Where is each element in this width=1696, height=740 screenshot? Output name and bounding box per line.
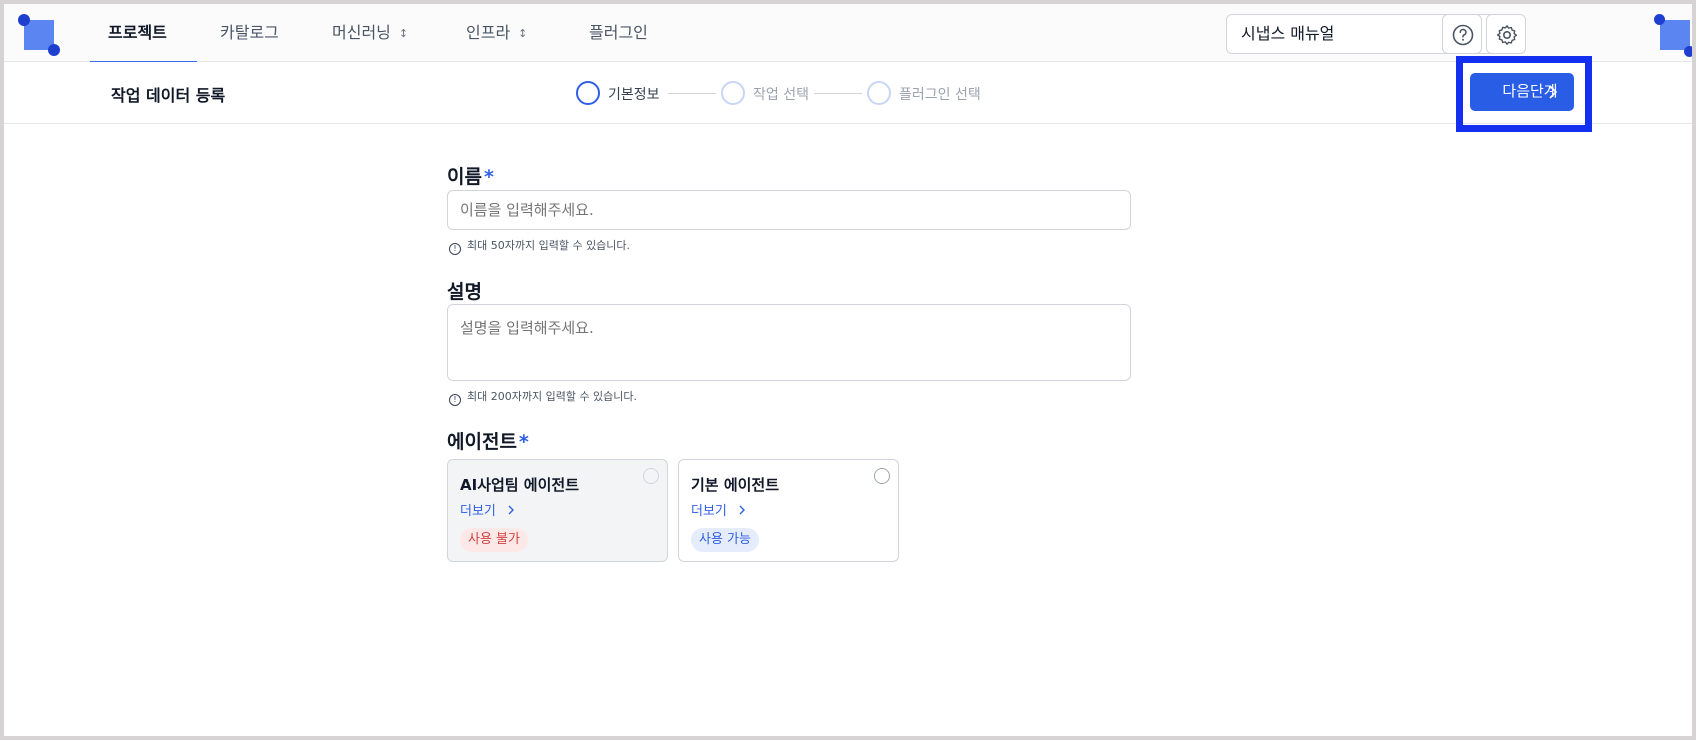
step-label: 플러그인 선택: [899, 87, 981, 103]
agent-radio[interactable]: [643, 468, 659, 484]
description-hint: ! 최대 200자까지 입력할 수 있습니다.: [449, 388, 637, 406]
help-button[interactable]: [1442, 14, 1482, 54]
info-icon: !: [449, 394, 461, 406]
nav-item-label: 프로젝트: [108, 23, 167, 42]
nav-item-projects[interactable]: 프로젝트: [90, 4, 197, 63]
chevron-right-icon: [508, 505, 515, 515]
description-label-text: 설명: [447, 281, 482, 303]
agent-field-label: 에이전트 *: [447, 427, 529, 454]
description-hint-text: 최대 200자까지 입력할 수 있습니다.: [467, 390, 638, 403]
more-link-label: 더보기: [691, 504, 727, 519]
top-navbar: 프로젝트 카탈로그 머신러닝 ↕ 인프라 ↕ 플러그인 시냅스 매뉴얼: [4, 4, 1692, 63]
workspace-select-value: 시냅스 매뉴얼: [1241, 24, 1335, 43]
nav-item-label: 카탈로그: [220, 23, 279, 42]
nav-item-machine-learning[interactable]: 머신러닝 ↕: [332, 4, 408, 62]
chevron-right-icon: [1549, 85, 1558, 99]
logo-dot: [48, 44, 60, 56]
logo-dot: [18, 14, 30, 26]
app-frame: 프로젝트 카탈로그 머신러닝 ↕ 인프라 ↕ 플러그인 시냅스 매뉴얼 작업 데…: [4, 4, 1692, 736]
nav-item-label: 인프라: [466, 23, 511, 42]
nav-item-infra[interactable]: 인프라 ↕: [466, 4, 527, 62]
status-badge: 사용 가능: [691, 528, 759, 552]
step-circle: [576, 81, 600, 105]
name-hint-text: 최대 50자까지 입력할 수 있습니다.: [467, 239, 631, 252]
next-step-button[interactable]: 다음단계: [1470, 73, 1574, 111]
page-title: 작업 데이터 등록: [111, 86, 226, 105]
step-connector: [668, 93, 716, 94]
agent-card-default[interactable]: 기본 에이전트 더보기 사용 가능: [678, 459, 899, 562]
agent-more-link[interactable]: 더보기: [691, 500, 747, 519]
name-input[interactable]: [447, 190, 1131, 230]
info-icon: !: [449, 243, 461, 255]
agent-card-ai-team[interactable]: AI사업팀 에이전트 더보기 사용 불가: [447, 459, 668, 562]
required-mark: *: [518, 431, 529, 453]
more-link-label: 더보기: [460, 504, 496, 519]
step-label: 기본정보: [608, 87, 660, 103]
nav-item-plugins[interactable]: 플러그인: [589, 4, 648, 62]
step-connector: [814, 93, 862, 94]
agent-name: 기본 에이전트: [691, 476, 780, 494]
user-avatar[interactable]: [1652, 14, 1692, 57]
description-field-label: 설명: [447, 277, 482, 304]
agent-more-link[interactable]: 더보기: [460, 500, 516, 519]
step-circle: [721, 81, 745, 105]
chevron-up-down-icon: ↕: [398, 27, 409, 40]
app-logo[interactable]: [18, 14, 60, 56]
step-circle: [867, 81, 891, 105]
settings-button[interactable]: [1486, 14, 1526, 54]
name-label-text: 이름: [447, 166, 482, 188]
step-label: 작업 선택: [753, 87, 809, 103]
status-badge: 사용 불가: [460, 528, 528, 552]
agent-label-text: 에이전트: [447, 431, 517, 453]
help-circle-icon: [1452, 24, 1474, 46]
page-subheader: 작업 데이터 등록 기본정보 작업 선택 플러그인 선택: [4, 62, 1692, 124]
name-hint: ! 최대 50자까지 입력할 수 있습니다.: [449, 237, 630, 255]
required-mark: *: [483, 166, 494, 188]
name-field-label: 이름 *: [447, 162, 494, 189]
nav-item-catalog[interactable]: 카탈로그: [220, 4, 279, 62]
agent-radio[interactable]: [874, 468, 890, 484]
agent-name: AI사업팀 에이전트: [460, 476, 580, 494]
chevron-up-down-icon: ↕: [518, 27, 528, 40]
nav-item-label: 플러그인: [589, 23, 648, 42]
description-textarea[interactable]: [447, 304, 1131, 381]
chevron-right-icon: [739, 505, 746, 515]
avatar-dot: [1684, 46, 1692, 57]
gear-icon: [1496, 25, 1518, 45]
nav-item-label: 머신러닝: [332, 23, 391, 42]
avatar-dot: [1654, 14, 1665, 25]
avatar-square: [1660, 20, 1690, 50]
